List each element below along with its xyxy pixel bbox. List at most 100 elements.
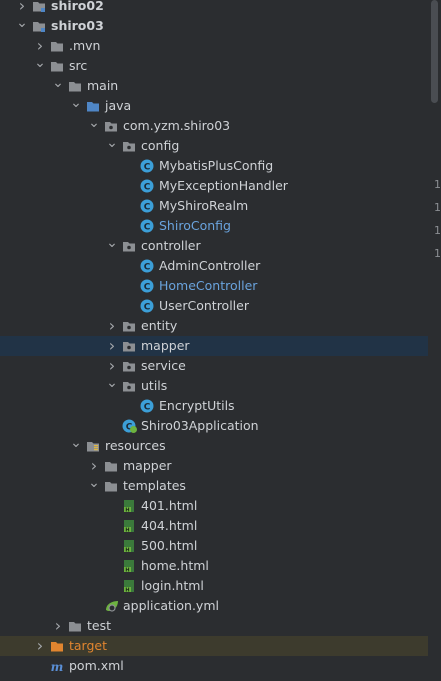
tree-row[interactable]: ⌄ templates [0, 476, 428, 496]
yaml-file-icon [104, 599, 118, 613]
tree-row[interactable]: H 500.html [0, 536, 428, 556]
tree-row[interactable]: ⌄ utils [0, 376, 428, 396]
class-icon: C [140, 279, 154, 293]
chevron-right-icon[interactable]: › [34, 636, 46, 656]
tree-row[interactable]: C MybatisPlusConfig [0, 156, 428, 176]
chevron-down-icon[interactable]: ⌄ [106, 136, 118, 156]
tree-row[interactable]: ⌄ java [0, 96, 428, 116]
tree-row[interactable]: ⌄ resources [0, 436, 428, 456]
tree-row[interactable]: › .mvn [0, 36, 428, 56]
tree-row[interactable]: C MyExceptionHandler [0, 176, 428, 196]
svg-text:H: H [125, 568, 129, 574]
chevron-right-icon[interactable]: › [16, 0, 28, 16]
tree-row[interactable]: m pom.xml [0, 656, 428, 676]
tree-item-label: Shiro03Application [141, 418, 259, 433]
folder-source-icon [86, 99, 100, 113]
tree-row[interactable]: C Shiro03Application [0, 416, 428, 436]
chevron-down-icon[interactable]: ⌄ [106, 376, 118, 396]
tree-item-label: controller [141, 238, 201, 253]
gutter-line-number: 1 [434, 247, 441, 260]
class-icon: C [140, 159, 154, 173]
tree-row[interactable]: › mapper [0, 456, 428, 476]
tree-row[interactable]: › mapper [0, 336, 428, 356]
chevron-down-icon[interactable]: ⌄ [106, 236, 118, 256]
chevron-down-icon[interactable]: ⌄ [16, 16, 28, 36]
tree-row[interactable]: ⌄ com.yzm.shiro03 [0, 116, 428, 136]
html-file-icon: H [122, 519, 136, 534]
tree-row[interactable]: C EncryptUtils [0, 396, 428, 416]
tree-row[interactable]: C ShiroConfig [0, 216, 428, 236]
html-file-icon: H [122, 559, 136, 574]
chevron-right-icon[interactable]: › [88, 456, 100, 476]
tree-item-label: src [69, 58, 88, 73]
tree-row[interactable]: H 404.html [0, 516, 428, 536]
chevron-down-icon[interactable]: ⌄ [34, 56, 46, 76]
tree-row[interactable]: › service [0, 356, 428, 376]
tree-row[interactable]: › test [0, 616, 428, 636]
html-file-icon: H [122, 499, 136, 514]
tree-row[interactable]: › shiro02 [0, 0, 428, 16]
tree-item-label: mapper [123, 458, 172, 473]
chevron-down-icon[interactable]: ⌄ [52, 76, 64, 96]
class-icon: C [140, 399, 154, 413]
class-icon: C [140, 219, 154, 233]
tree-row[interactable]: ⌄ main [0, 76, 428, 96]
class-icon: C [140, 259, 154, 273]
package-icon [122, 319, 136, 333]
html-file-icon: H [122, 539, 136, 554]
tree-row[interactable]: ⌄ controller [0, 236, 428, 256]
tree-item-label: login.html [141, 578, 204, 593]
tree-row[interactable]: C HomeController [0, 276, 428, 296]
tree-row[interactable]: ⌄ config [0, 136, 428, 156]
tree-row[interactable]: › entity [0, 316, 428, 336]
package-icon [122, 339, 136, 353]
chevron-right-icon[interactable]: › [34, 36, 46, 56]
tree-row[interactable]: C MyShiroRealm [0, 196, 428, 216]
tree-item-label: main [87, 78, 119, 93]
tree-row[interactable]: H 401.html [0, 496, 428, 516]
scrollbar-track[interactable] [428, 0, 441, 681]
tree-row[interactable]: C AdminController [0, 256, 428, 276]
chevron-right-icon[interactable]: › [52, 616, 64, 636]
svg-text:C: C [144, 263, 151, 273]
scrollbar-thumb[interactable] [431, 0, 438, 103]
tree-row[interactable]: ⌄ shiro03 [0, 16, 428, 36]
tree-row[interactable]: ⌄ src [0, 56, 428, 76]
tree-item-label: UserController [159, 298, 249, 313]
tree-row[interactable]: C UserController [0, 296, 428, 316]
tree-row[interactable]: Hlogin.html [0, 576, 428, 596]
svg-text:C: C [144, 163, 151, 173]
svg-text:H: H [125, 588, 129, 594]
package-icon [122, 359, 136, 373]
tree-item-label: test [87, 618, 112, 633]
chevron-right-icon[interactable]: › [106, 316, 118, 336]
tree-row[interactable]: › target [0, 636, 428, 656]
folder-icon [68, 79, 82, 93]
tree-item-label: entity [141, 318, 178, 333]
svg-text:C: C [144, 223, 151, 233]
package-icon [104, 119, 118, 133]
chevron-down-icon[interactable]: ⌄ [88, 476, 100, 496]
tree-item-label: application.yml [123, 598, 219, 613]
tree-item-label: mapper [141, 338, 190, 353]
chevron-right-icon[interactable]: › [106, 336, 118, 356]
chevron-down-icon[interactable]: ⌄ [88, 116, 100, 136]
folder-module-icon [32, 19, 46, 33]
maven-file-icon: m [50, 659, 64, 674]
package-icon [122, 379, 136, 393]
tree-item-label: pom.xml [69, 658, 124, 673]
tree-row[interactable]: application.yml [0, 596, 428, 616]
folder-icon [104, 479, 118, 493]
svg-text:C: C [144, 203, 151, 213]
svg-text:H: H [125, 508, 129, 514]
svg-text:m: m [51, 660, 64, 673]
html-file-icon: H [122, 579, 136, 594]
spring-class-icon: C [122, 419, 137, 433]
gutter-line-number: 1 [434, 224, 441, 237]
chevron-down-icon[interactable]: ⌄ [70, 96, 82, 116]
tree-row[interactable]: Hhome.html [0, 556, 428, 576]
chevron-down-icon[interactable]: ⌄ [70, 436, 82, 456]
chevron-right-icon[interactable]: › [106, 356, 118, 376]
tree-item-label: MyExceptionHandler [159, 178, 288, 193]
tree-item-label: .mvn [69, 38, 101, 53]
